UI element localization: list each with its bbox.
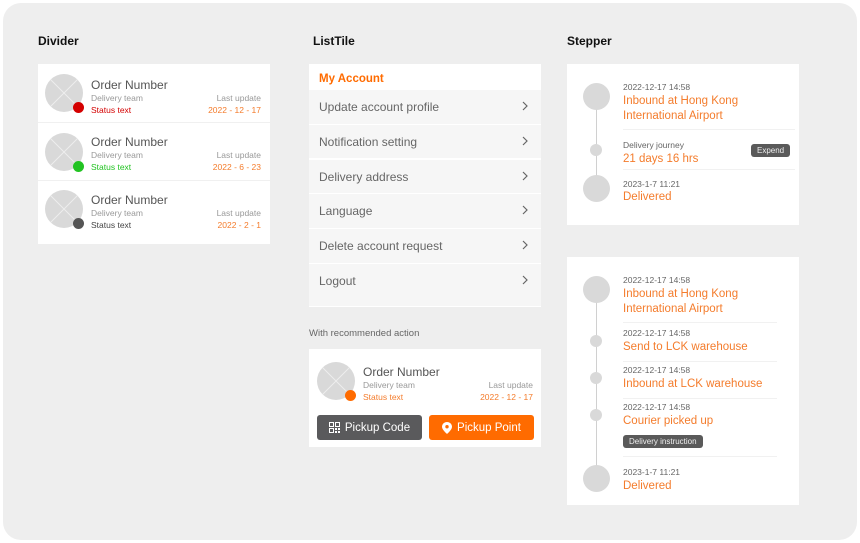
order-list-item[interactable]: Order Number Delivery team Status text L… (38, 64, 270, 123)
step-node-icon (590, 144, 602, 156)
step-node-icon (583, 465, 610, 492)
step-divider (623, 398, 777, 399)
stepper-expanded-card: 2022-12-17 14:58 Inbound at Hong Kong In… (567, 257, 799, 505)
chevron-right-icon (522, 205, 528, 215)
step-time: 2022-12-17 14:58 (623, 365, 691, 375)
menu-item-label: Delivery address (319, 169, 409, 184)
stepper-compact-card: 2022-12-17 14:58 Inbound at Hong Kong In… (567, 64, 799, 225)
step-title-line: International Airport (623, 109, 723, 122)
step-node-icon (583, 175, 610, 202)
order-number: Order Number (91, 193, 168, 207)
last-update-label: Last update (488, 380, 533, 390)
last-update-date: 2022 - 2 - 1 (217, 220, 261, 230)
step-node-icon (590, 372, 602, 384)
step-time: 2022-12-17 14:58 (623, 275, 691, 285)
status-text: Status text (91, 220, 132, 230)
status-text: Status text (91, 105, 132, 115)
last-update-date: 2022 - 6 - 23 (212, 161, 261, 172)
order-list-item[interactable]: Order Number Delivery team Status text L… (38, 123, 270, 181)
pickup-code-button[interactable]: Pickup Code (317, 415, 422, 440)
pickup-point-button[interactable]: Pickup Point (429, 415, 534, 440)
status-dot-icon (73, 102, 84, 113)
chevron-right-icon (522, 171, 528, 181)
step-time: 2023-1-7 11:21 (623, 179, 681, 189)
order-number: Order Number (91, 134, 168, 149)
journey-duration: 21 days 16 hrs (623, 153, 699, 165)
step-title-line: Inbound at Hong Kong (623, 288, 739, 300)
order-number: Order Number (91, 78, 168, 92)
step-title-line: Inbound at Hong Kong (623, 95, 739, 107)
step-divider (623, 456, 777, 457)
step-time: 2022-12-17 14:58 (623, 82, 691, 92)
account-menu-card: My Account Update account profile Notifi… (309, 64, 541, 307)
delivery-team: Delivery team (91, 93, 143, 103)
pickup-point-label: Pickup Point (457, 421, 521, 434)
recommended-order-card[interactable]: Order Number Delivery team Status text L… (309, 349, 541, 447)
menu-item-language[interactable]: Language (309, 194, 541, 228)
menu-item-label: Update account profile (319, 100, 440, 114)
step-title: Delivered (623, 480, 672, 492)
stepper-section-title: Stepper (567, 34, 612, 48)
last-update-date: 2022 - 12 - 17 (208, 105, 261, 115)
step-divider (623, 129, 795, 130)
step-divider (623, 322, 777, 323)
menu-item-label: Delete account request (319, 239, 443, 254)
step-title-line: International Airport (623, 302, 723, 315)
pickup-code-label: Pickup Code (344, 421, 411, 434)
step-node-icon (583, 83, 610, 110)
status-dot-icon (73, 218, 84, 229)
expend-button[interactable]: Expend (751, 144, 791, 157)
step-title: Delivered (623, 191, 672, 203)
step-divider (623, 361, 777, 362)
order-list-item[interactable]: Order Number Delivery team Status text L… (38, 181, 270, 240)
menu-item-label: Notification setting (319, 134, 418, 149)
account-menu-header: My Account (309, 64, 541, 90)
menu-item-delete-account[interactable]: Delete account request (309, 229, 541, 263)
delivery-team: Delivery team (91, 149, 143, 160)
order-list-card: Order Number Delivery team Status text L… (38, 64, 270, 244)
chevron-right-icon (522, 275, 528, 285)
canvas-frame: Divider Order Number Delivery team Statu… (3, 3, 857, 540)
menu-item-label: Language (319, 204, 373, 219)
delivery-team: Delivery team (91, 208, 143, 218)
divider-section-title: Divider (38, 34, 79, 48)
last-update-date: 2022 - 12 - 17 (480, 392, 533, 402)
menu-item-delivery-address[interactable]: Delivery address (309, 159, 541, 194)
menu-item-label: Logout (319, 273, 356, 288)
last-update-label: Last update (216, 93, 261, 103)
qr-code-icon (328, 422, 340, 433)
step-time: 2022-12-17 14:58 (623, 402, 691, 412)
status-text: Status text (91, 161, 132, 172)
step-title: Inbound at LCK warehouse (623, 378, 763, 390)
last-update-label: Last update (216, 149, 261, 160)
step-title: Inbound at Hong Kong International Airpo… (623, 94, 738, 123)
location-pin-icon (442, 421, 453, 434)
step-node-icon (583, 276, 610, 303)
status-dot-icon (73, 160, 84, 172)
last-update-label: Last update (216, 208, 261, 218)
chevron-right-icon (522, 240, 528, 250)
delivery-instruction-button[interactable]: Delivery instruction (623, 435, 703, 448)
chevron-right-icon (522, 101, 528, 111)
status-dot-icon (345, 390, 356, 401)
step-time: 2023-1-7 11:21 (623, 467, 681, 477)
listtile-section-title: ListTile (313, 34, 355, 48)
step-time: 2022-12-17 14:58 (623, 328, 691, 338)
order-number: Order Number (363, 365, 440, 379)
step-divider (623, 169, 795, 170)
journey-label: Delivery journey (623, 140, 684, 150)
menu-item-notification-setting[interactable]: Notification setting (309, 124, 541, 159)
chevron-right-icon (522, 136, 528, 146)
status-text: Status text (363, 392, 404, 402)
step-title: Courier picked up (623, 415, 714, 427)
menu-item-logout[interactable]: Logout (309, 263, 541, 306)
step-title: Send to LCK warehouse (623, 341, 748, 353)
step-node-icon (590, 409, 602, 421)
recommended-action-label: With recommended action (309, 328, 420, 339)
step-node-icon (590, 335, 602, 347)
delivery-team: Delivery team (363, 380, 415, 390)
step-title: Inbound at Hong Kong International Airpo… (623, 287, 738, 316)
menu-item-update-profile[interactable]: Update account profile (309, 90, 541, 124)
